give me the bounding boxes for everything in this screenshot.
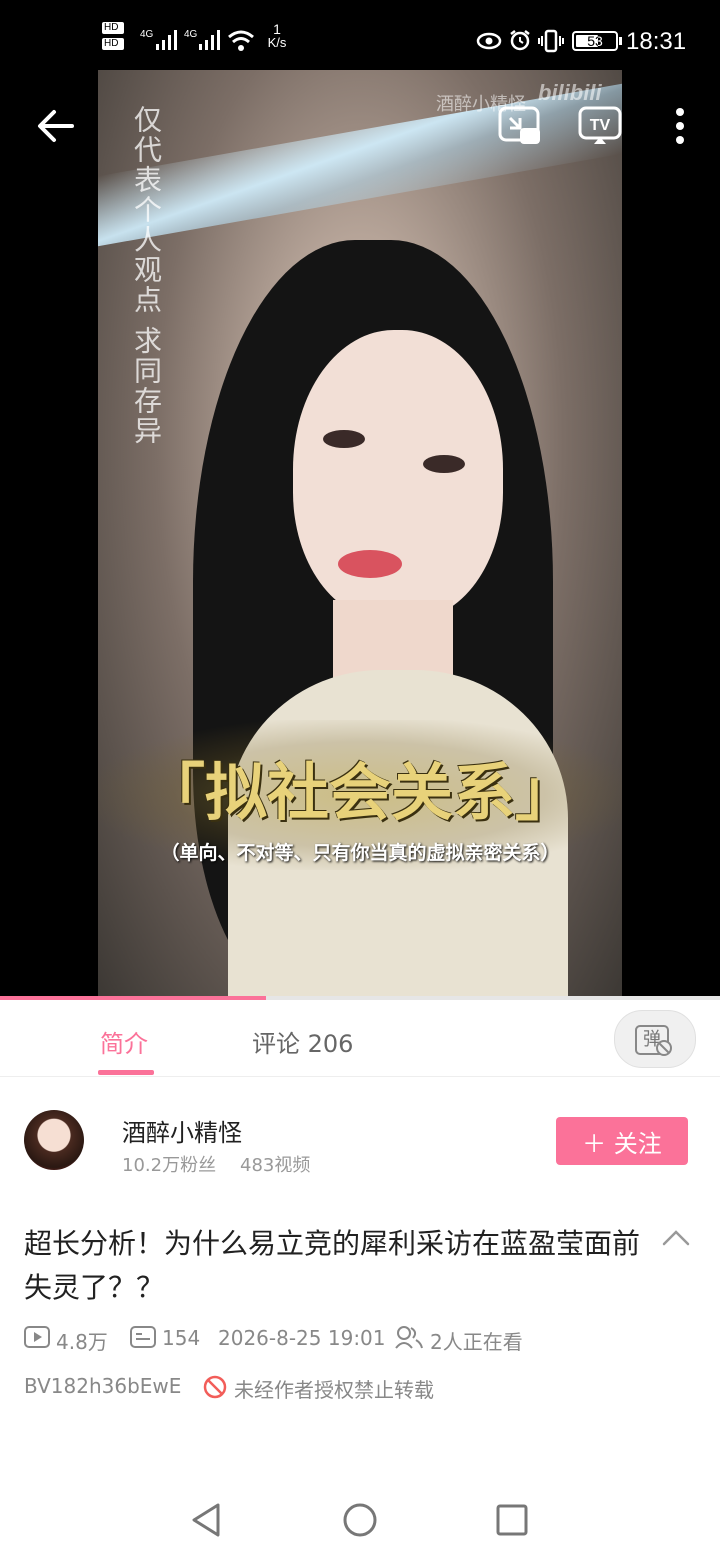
follow-button[interactable]: ＋ 关注 [556,1117,688,1165]
battery-level: 53 [587,33,603,49]
eye-comfort-icon [476,32,502,50]
video-frame[interactable]: 酒醉小精怪 bilibili 仅代表个人观点 求同存异 「拟社会关系」 （单向、… [98,70,622,998]
uploader-name[interactable]: 酒醉小精怪 [122,1113,242,1148]
hd-badge-2: HD [102,38,124,50]
net-speed: 1 K/s [263,22,291,50]
no-repost-icon [203,1375,227,1399]
right-eye [423,455,465,473]
tab-bar: 简介 评论 206 弹 [0,1000,720,1077]
network-type-1: 4G [140,29,154,40]
signal-icon-1 [156,30,177,50]
nav-home-icon[interactable] [342,1502,378,1538]
svg-text:TV: TV [590,117,611,134]
danmaku-count-icon [130,1326,156,1348]
bv-id: BV182h36bEwE [24,1374,182,1398]
bilibili-watermark: bilibili [538,80,602,105]
view-count: 4.8万 [56,1330,108,1354]
system-navigation-bar [0,1470,720,1560]
video-title: 超长分析！为什么易立竞的犀利采访在蓝盈莹面前失灵了？？ [24,1227,641,1304]
tab-active-indicator [98,1070,154,1075]
more-options-icon[interactable] [672,106,688,146]
danmaku-toggle-button[interactable]: 弹 [614,1010,696,1068]
caption-main: 「拟社会关系」 [142,756,577,829]
picture-in-picture-icon[interactable] [498,106,542,146]
publish-date: 2026-8-25 19:01 [218,1326,386,1350]
uploader-fans: 10.2万粉丝 [122,1155,217,1176]
copyright-notice: 未经作者授权禁止转载 [234,1378,434,1402]
vibrate-icon [538,29,564,53]
status-bar: HD HD 4G 4G 1 K/s 53 18:31 [0,0,720,70]
tab-intro[interactable]: 简介 [100,1024,148,1059]
ceiling-light [98,83,622,247]
tv-cast-icon[interactable]: TV [578,106,622,146]
watching-users-icon [395,1326,423,1349]
uploader-video-count: 483视频 [240,1155,311,1176]
face [293,330,503,620]
danmaku-off-icon [656,1040,672,1056]
tab-comments[interactable]: 评论 206 [252,1024,353,1059]
lips [338,550,402,578]
caption-sub: （单向、不对等、只有你当真的虚拟亲密关系） [160,842,560,864]
signal-icon-2 [199,30,220,50]
danmaku-count: 154 [162,1326,201,1350]
clock: 18:31 [626,28,687,55]
network-type-2: 4G [184,29,198,40]
play-count-icon [24,1326,50,1348]
uploader-avatar[interactable] [24,1110,84,1170]
net-speed-value: 1 [273,21,281,37]
net-speed-unit: K/s [267,35,287,50]
side-disclaimer-text: 仅代表个人观点 求同存异 [130,105,163,446]
alarm-icon [510,30,530,51]
watching-now-count: 2人正在看 [430,1330,523,1354]
hd-indicator: HD HD [102,22,132,50]
left-eye [323,430,365,448]
back-arrow-icon[interactable] [36,106,76,146]
nav-back-icon[interactable] [190,1502,222,1538]
nav-recents-icon[interactable] [496,1504,528,1536]
chevron-up-icon[interactable] [662,1228,690,1248]
hd-badge-1: HD [102,22,124,34]
wifi-icon [228,30,254,51]
battery-icon: 53 [572,31,618,51]
